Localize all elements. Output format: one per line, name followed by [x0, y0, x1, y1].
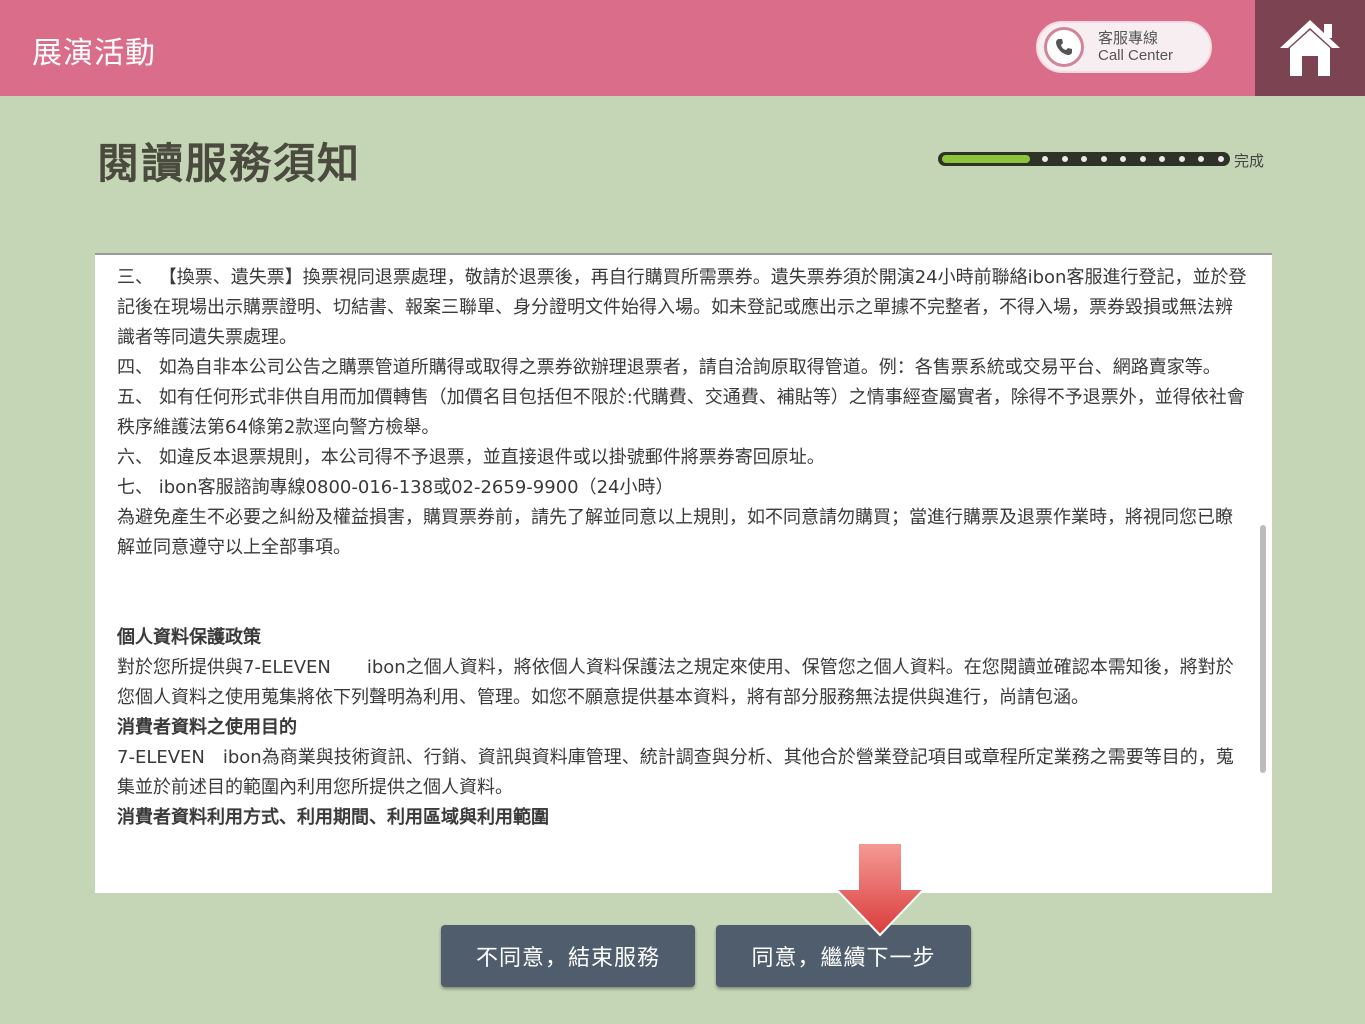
- notice-paragraph: 三、 【換票、遺失票】換票視同退票處理，敬請於退票後，再自行購買所需票券。遺失票…: [117, 267, 1247, 348]
- call-center-label: 客服專線 Call Center: [1098, 29, 1173, 65]
- notice-scrollbar[interactable]: [1260, 525, 1266, 773]
- privacy-paragraph: 對於您所提供與7-ELEVEN ibon之個人資料，將依個人資料保護法之規定來使…: [117, 657, 1234, 708]
- home-icon: [1280, 20, 1340, 76]
- notice-paragraph: 五、 如有任何形式非供自用而加價轉售（加價名目包括但不限於:代購費、交通費、補貼…: [117, 387, 1245, 438]
- arrow-down-icon: [834, 842, 926, 937]
- notice-paragraph: 四、 如為自非本公司公告之購票管道所購得或取得之票券欲辦理退票者，請自洽詢原取得…: [117, 357, 1221, 378]
- progress-track: [938, 152, 1230, 166]
- service-notice-panel[interactable]: 三、 【換票、遺失票】換票視同退票處理，敬請於退票後，再自行購買所需票券。遺失票…: [95, 253, 1272, 893]
- progress-dots: [1042, 156, 1224, 162]
- page-title: 閱讀服務須知: [97, 139, 362, 188]
- disagree-end-service-button[interactable]: 不同意，結束服務: [441, 925, 695, 987]
- progress-fill: [942, 155, 1030, 163]
- notice-paragraph: 七、 ibon客服諮詢專線0800-016-138或02-2659-9900（2…: [117, 477, 674, 498]
- progress-indicator: 完成: [938, 150, 1270, 172]
- usage-heading: 消費者資料利用方式、利用期間、利用區域與利用範圍: [117, 807, 549, 828]
- phone-icon: [1044, 27, 1084, 67]
- home-button[interactable]: [1255, 0, 1365, 96]
- service-notice-text: 三、 【換票、遺失票】換票視同退票處理，敬請於退票後，再自行購買所需票券。遺失票…: [117, 263, 1247, 833]
- call-center-button[interactable]: 客服專線 Call Center: [1036, 21, 1212, 73]
- call-center-label-zh: 客服專線: [1098, 29, 1159, 47]
- notice-paragraph: 為避免產生不必要之糾紛及權益損害，購買票券前，請先了解並同意以上規則，如不同意請…: [117, 507, 1233, 558]
- purpose-heading: 消費者資料之使用目的: [117, 717, 297, 738]
- header-bar: 展演活動 客服專線 Call Center: [0, 0, 1365, 96]
- call-center-label-en: Call Center: [1098, 47, 1174, 64]
- purpose-paragraph: 7-ELEVEN ibon為商業與技術資訊、行銷、資訊與資料庫管理、統計調查與分…: [117, 747, 1234, 798]
- notice-paragraph: 六、 如違反本退票規則，本公司得不予退票，並直接退件或以掛號郵件將票券寄回原址。: [117, 447, 825, 468]
- progress-label: 完成: [1234, 152, 1265, 170]
- privacy-heading: 個人資料保護政策: [117, 627, 261, 648]
- app-title: 展演活動: [32, 36, 156, 71]
